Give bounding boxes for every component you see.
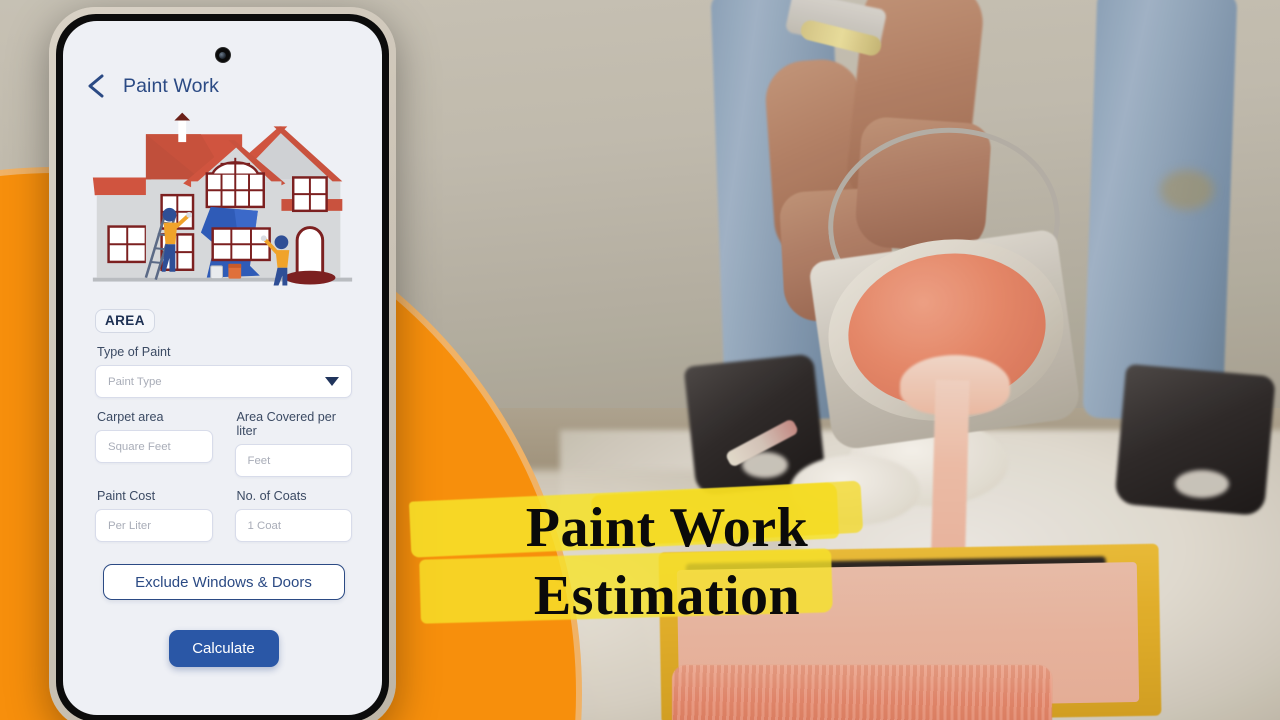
phone-screen: Paint Work AREA Type of Paint Paint Type…	[63, 21, 382, 715]
phone-bezel: Paint Work AREA Type of Paint Paint Type…	[56, 14, 389, 720]
chevron-left-icon[interactable]	[85, 73, 107, 99]
coats-group: No. of Coats 1 Coat	[234, 477, 352, 542]
form-row-1: Carpet area Square Feet Area Covered per…	[79, 398, 368, 477]
form-row-2: Paint Cost Per Liter No. of Coats 1 Coat	[79, 477, 368, 542]
section-badge-area: AREA	[95, 309, 155, 333]
house-painting-illustration	[63, 107, 382, 297]
area-covered-input[interactable]: Feet	[234, 444, 352, 477]
phone-mockup: Paint Work AREA Type of Paint Paint Type…	[49, 7, 396, 720]
front-camera-icon	[214, 47, 231, 63]
area-covered-label: Area Covered per liter	[236, 410, 336, 438]
paint-type-placeholder: Paint Type	[108, 375, 162, 388]
page-title: Paint Work	[123, 74, 220, 97]
carpet-area-label: Carpet area	[97, 410, 164, 424]
coats-input[interactable]: 1 Coat	[234, 509, 352, 542]
screenshot-stage: Paint Work AREA Type of Paint Paint Type…	[0, 0, 1280, 720]
estimation-form: AREA Type of Paint Paint Type Carpet are…	[63, 297, 382, 667]
paint-type-label: Type of Paint	[97, 345, 171, 359]
calculate-button[interactable]: Calculate	[168, 630, 279, 667]
area-covered-placeholder: Feet	[247, 454, 271, 467]
paint-cost-input[interactable]: Per Liter	[95, 509, 213, 542]
paint-cost-label: Paint Cost	[97, 489, 156, 503]
exclude-windows-doors-button[interactable]: Exclude Windows & Doors	[102, 564, 345, 600]
paint-type-select[interactable]: Paint Type	[95, 365, 352, 398]
paint-cost-group: Paint Cost Per Liter	[95, 477, 213, 542]
chevron-down-icon[interactable]	[325, 377, 339, 386]
carpet-area-input[interactable]: Square Feet	[95, 430, 213, 463]
carpet-area-placeholder: Square Feet	[108, 440, 171, 453]
coats-label: No. of Coats	[236, 489, 307, 503]
paint-cost-placeholder: Per Liter	[108, 519, 152, 532]
coats-placeholder: 1 Coat	[247, 519, 282, 532]
area-covered-group: Area Covered per liter Feet	[234, 398, 352, 477]
carpet-area-group: Carpet area Square Feet	[95, 398, 213, 477]
